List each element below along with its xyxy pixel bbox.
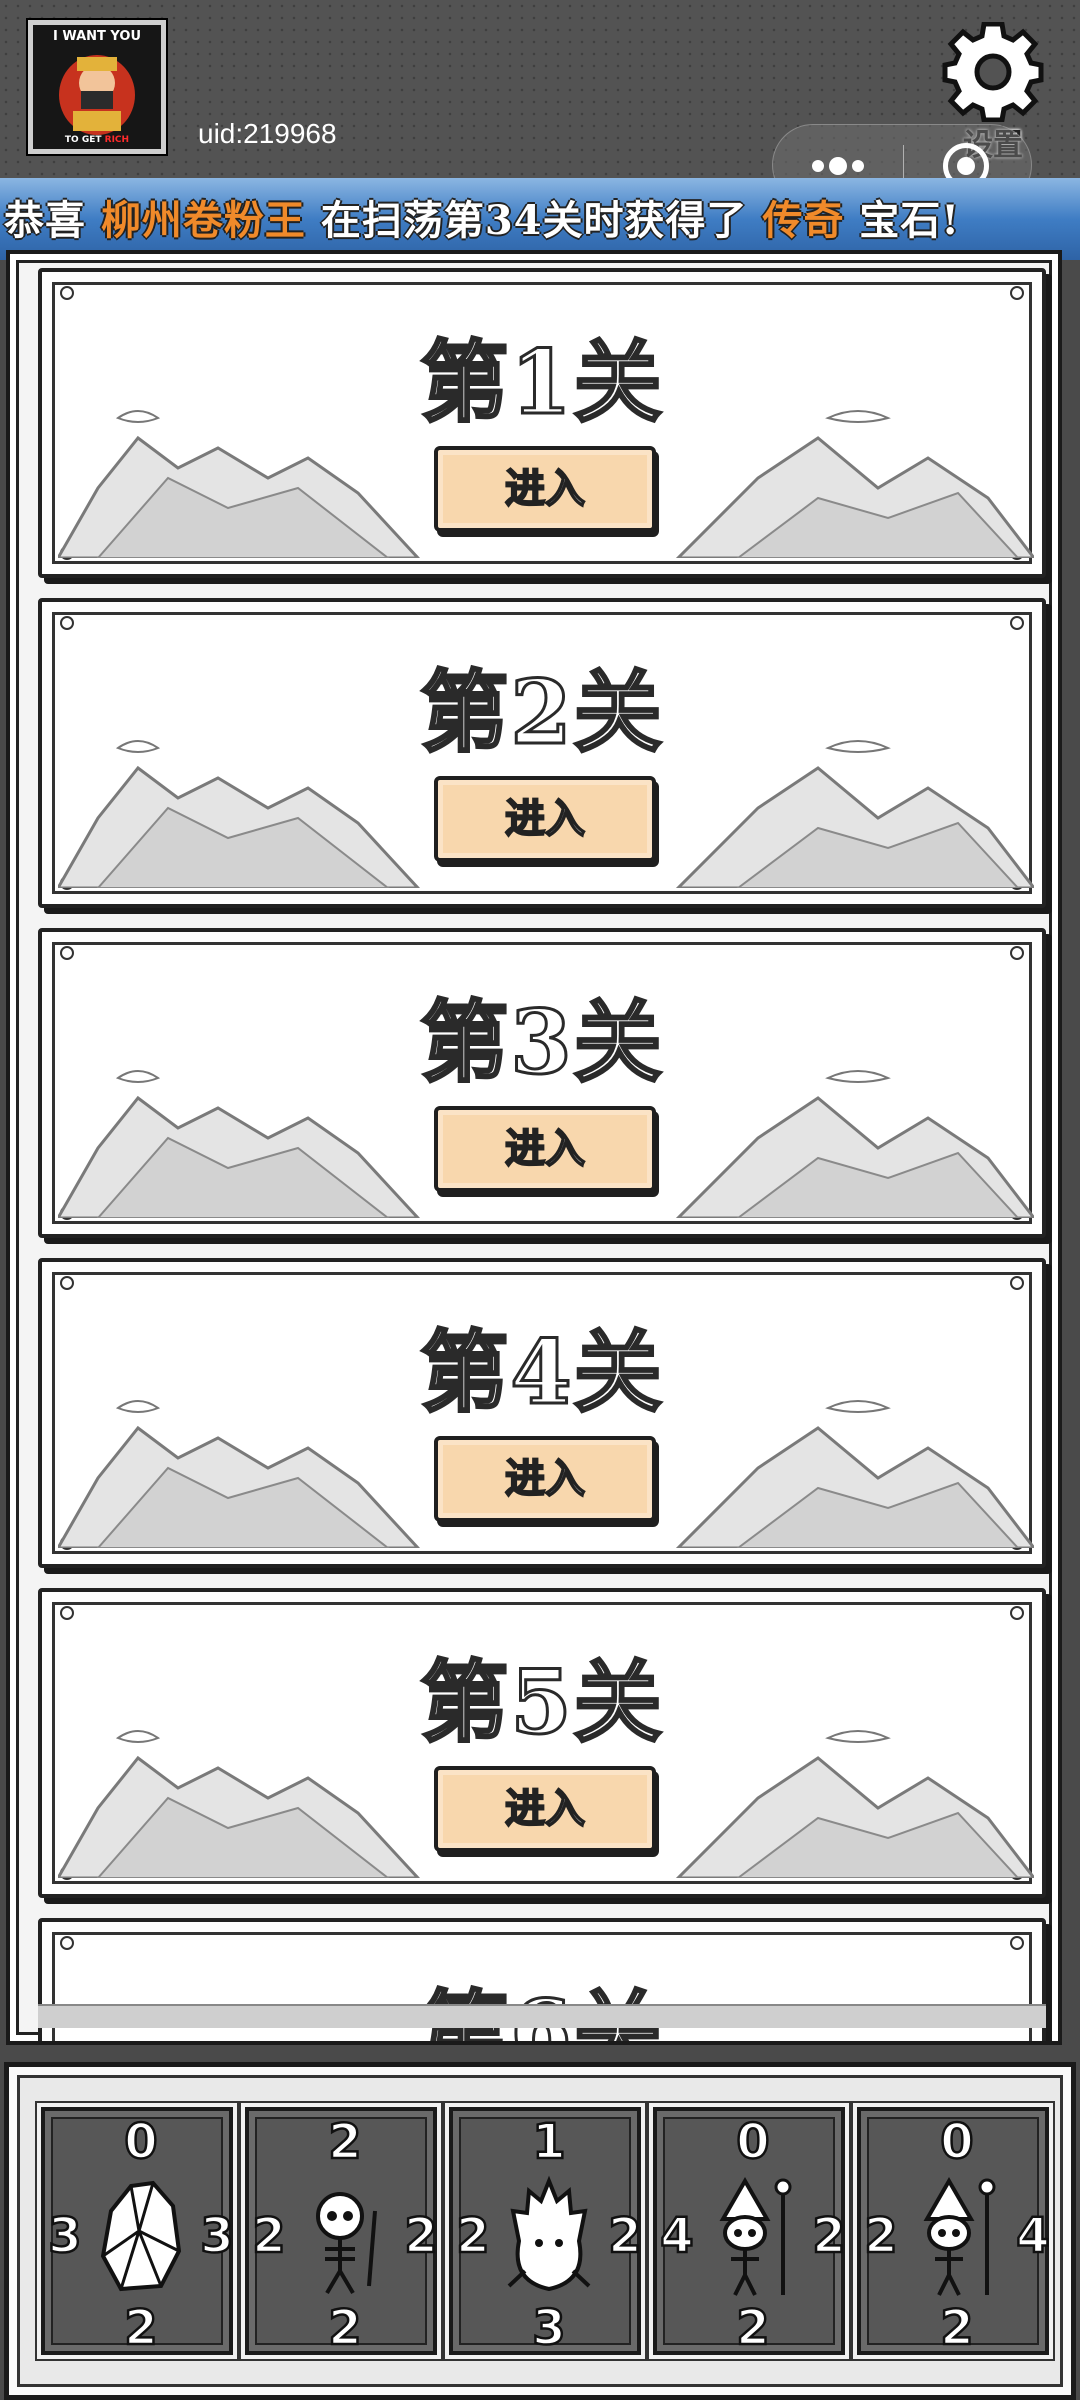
enter-level-4-button[interactable]: 进入 <box>434 1436 656 1522</box>
ticker-player-name: 柳州卷粉王 <box>100 197 306 244</box>
enter-level-2-button[interactable]: 进入 <box>434 776 656 862</box>
rivet <box>1010 1276 1024 1290</box>
avatar-caption-top: I WANT YOU <box>52 29 141 44</box>
list-bottom-edge <box>38 2004 1046 2028</box>
rivet <box>1010 1936 1024 1950</box>
avatar-caption-bottom-prefix: TO GET <box>64 135 102 145</box>
ticker-middle: 在扫荡第34关时获得了 <box>320 197 748 244</box>
hero-stat-right: 3 <box>199 2208 235 2264</box>
hero-stat-bottom: 2 <box>123 2300 159 2356</box>
hero-card-1[interactable]: 0 3 3 2 <box>41 2107 235 2356</box>
hero-stat-top: 0 <box>735 2114 771 2170</box>
announcement-ticker: 恭喜 柳州卷粉王 在扫荡第34关时获得了 传奇 宝石! <box>0 178 1080 260</box>
level-card-2: 第2关 进入 <box>38 598 1046 908</box>
hero-stat-left: 3 <box>47 2208 83 2264</box>
hero-panel: 0 3 3 2 2 2 2 2 1 2 2 3 0 4 2 2 0 2 4 2 <box>4 2062 1076 2400</box>
hero-stat-top: 0 <box>939 2114 975 2170</box>
level-card-1: 第1关 进入 <box>38 268 1046 578</box>
fire-spirit-icon <box>507 2175 591 2292</box>
rivet <box>60 1276 74 1290</box>
level-card-4: 第4关 进入 <box>38 1258 1046 1568</box>
rivet <box>1010 946 1024 960</box>
level-title: 第4关 <box>419 1319 664 1426</box>
hero-stat-top: 1 <box>531 2114 567 2170</box>
more-dots-icon[interactable] <box>808 153 868 179</box>
hero-card-5[interactable]: 0 2 4 2 <box>857 2107 1051 2356</box>
hero-stat-bottom: 2 <box>735 2300 771 2356</box>
avatar-caption-bottom-highlight: RICH <box>104 135 130 145</box>
mage-staff-icon <box>719 2177 792 2296</box>
gear-icon <box>942 22 1044 122</box>
level-card-3: 第3关 进入 <box>38 928 1046 1238</box>
ticker-message: 恭喜 柳州卷粉王 在扫荡第34关时获得了 传奇 宝石! <box>4 188 960 246</box>
rivet <box>60 1606 74 1620</box>
hero-stat-left: 4 <box>659 2208 695 2264</box>
enter-level-5-button[interactable]: 进入 <box>434 1766 656 1852</box>
hero-stat-right: 2 <box>607 2208 643 2264</box>
hero-stat-left: 2 <box>863 2208 899 2264</box>
hero-card-3[interactable]: 1 2 2 3 <box>449 2107 643 2356</box>
rivet <box>1010 286 1024 300</box>
hero-stat-left: 2 <box>251 2208 287 2264</box>
mage-staff-icon <box>923 2177 996 2296</box>
hero-stat-bottom: 2 <box>327 2300 363 2356</box>
enter-level-1-button[interactable]: 进入 <box>434 446 656 532</box>
hero-stat-top: 2 <box>327 2114 363 2170</box>
hero-stat-right: 2 <box>403 2208 439 2264</box>
avatar[interactable]: I WANT YOU TO GET RICH <box>28 20 166 154</box>
hero-card-2[interactable]: 2 2 2 2 <box>245 2107 439 2356</box>
level-card-5: 第5关 进入 <box>38 1588 1046 1898</box>
skeleton-icon <box>316 2192 377 2295</box>
rivet <box>60 616 74 630</box>
level-list[interactable]: 第1关 进入 第2关 进入 第3关 进入 第4关 进入 第5关 进入 <box>6 250 1062 2045</box>
hero-card-4[interactable]: 0 4 2 2 <box>653 2107 847 2356</box>
hero-stat-bottom: 3 <box>531 2300 567 2356</box>
hero-stat-right: 4 <box>1015 2208 1051 2264</box>
hero-stat-bottom: 2 <box>939 2300 975 2356</box>
level-title: 第1关 <box>419 329 664 436</box>
rivet <box>1010 616 1024 630</box>
ticker-rarity: 传奇 <box>762 197 845 244</box>
rivet <box>1010 1606 1024 1620</box>
rivet <box>60 1936 74 1950</box>
rock-golem-icon <box>100 2180 182 2292</box>
ticker-suffix: 宝石! <box>859 197 960 244</box>
avatar-caption-bottom: TO GET RICH <box>33 135 161 145</box>
rivet <box>60 286 74 300</box>
hero-stat-top: 0 <box>123 2114 159 2170</box>
ticker-prefix: 恭喜 <box>4 197 86 244</box>
level-title: 第5关 <box>419 1649 664 1756</box>
rivet <box>60 946 74 960</box>
level-title: 第3关 <box>419 989 664 1096</box>
enter-level-3-button[interactable]: 进入 <box>434 1106 656 1192</box>
hero-stat-left: 2 <box>455 2208 491 2264</box>
user-id: uid:219968 <box>198 118 337 149</box>
hero-stat-right: 2 <box>811 2208 847 2264</box>
level-title: 第2关 <box>419 659 664 766</box>
